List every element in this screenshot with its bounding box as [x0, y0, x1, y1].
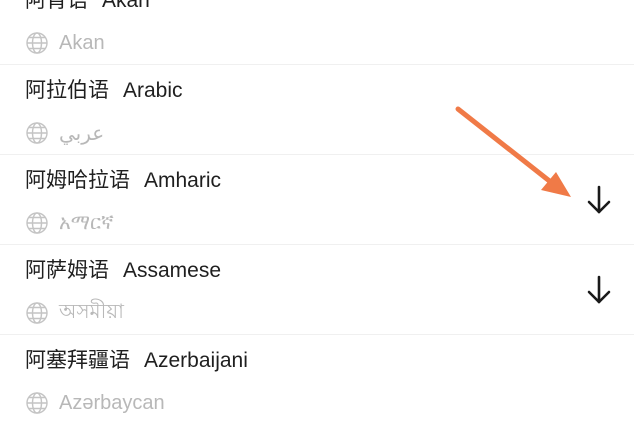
globe-icon: [26, 392, 48, 414]
globe-icon: [26, 122, 48, 144]
language-endonym-row: عربي: [25, 120, 104, 146]
language-title: 阿拉伯语 Arabic: [25, 75, 183, 105]
language-list: 阿肯语 Akan Akan 阿拉伯语 Arabic عربي 阿姆哈拉语 Amh…: [0, 0, 634, 425]
language-endonym-row: Akan: [25, 30, 105, 56]
language-endonym: عربي: [59, 122, 105, 145]
language-name-chinese: 阿拉伯语: [25, 78, 109, 102]
language-row-arabic[interactable]: 阿拉伯语 Arabic عربي: [0, 65, 634, 155]
language-endonym-row: አማርኛ: [25, 210, 114, 236]
language-name-chinese: 阿肯语: [25, 0, 88, 12]
language-name-english: Azerbaijani: [144, 349, 248, 372]
language-name-english: Assamese: [123, 259, 222, 282]
language-name-chinese: 阿塞拜疆语: [25, 348, 130, 372]
language-endonym: አማርኛ: [59, 211, 114, 234]
language-endonym: Azərbaycan: [59, 391, 165, 414]
language-row-amharic[interactable]: 阿姆哈拉语 Amharic አማርኛ: [0, 155, 634, 245]
language-endonym: অসমীয়া: [59, 300, 124, 323]
language-name-chinese: 阿萨姆语: [25, 258, 109, 282]
globe-icon: [26, 212, 48, 234]
language-title: 阿萨姆语 Assamese: [25, 255, 221, 285]
language-endonym-row: অসমীয়া: [25, 300, 124, 326]
language-name-english: Akan: [102, 0, 150, 12]
language-title: 阿肯语 Akan: [25, 0, 150, 15]
language-row-assamese[interactable]: 阿萨姆语 Assamese অসমীয়া: [0, 245, 634, 335]
language-title: 阿姆哈拉语 Amharic: [25, 165, 221, 195]
language-title: 阿塞拜疆语 Azerbaijani: [25, 345, 248, 375]
language-name-chinese: 阿姆哈拉语: [25, 168, 130, 192]
globe-icon: [26, 32, 48, 54]
language-row-akan[interactable]: 阿肯语 Akan Akan: [0, 0, 634, 65]
language-name-english: Amharic: [144, 169, 222, 192]
download-arrow-icon[interactable]: [584, 273, 614, 307]
language-endonym-row: Azərbaycan: [25, 390, 165, 416]
globe-icon: [26, 302, 48, 324]
language-row-azerbaijani[interactable]: 阿塞拜疆语 Azerbaijani Azərbaycan: [0, 335, 634, 425]
language-name-english: Arabic: [123, 79, 183, 102]
language-endonym: Akan: [59, 31, 105, 54]
download-arrow-icon[interactable]: [584, 183, 614, 217]
